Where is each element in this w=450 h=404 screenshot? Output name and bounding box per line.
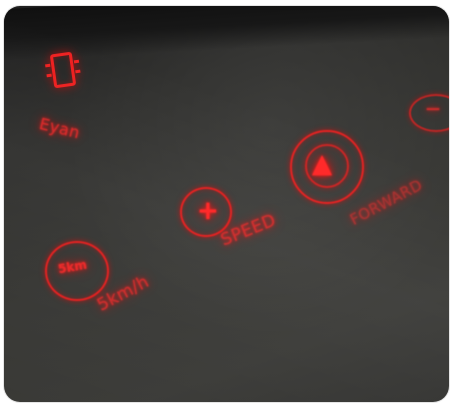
rectangle-display-right-tab-top bbox=[73, 59, 80, 64]
device-panel: Eyan + SPEED ▲ FORWARD — 5km 5km/h bbox=[4, 6, 449, 402]
rectangle-display-right-tab-bottom bbox=[75, 69, 81, 74]
rectangle-display-icon bbox=[49, 51, 81, 89]
minus-icon: — bbox=[426, 101, 440, 117]
plus-icon: + bbox=[197, 196, 219, 226]
triangle-up-icon: ▲ bbox=[312, 149, 332, 179]
timer-label: Eyan bbox=[37, 114, 82, 143]
